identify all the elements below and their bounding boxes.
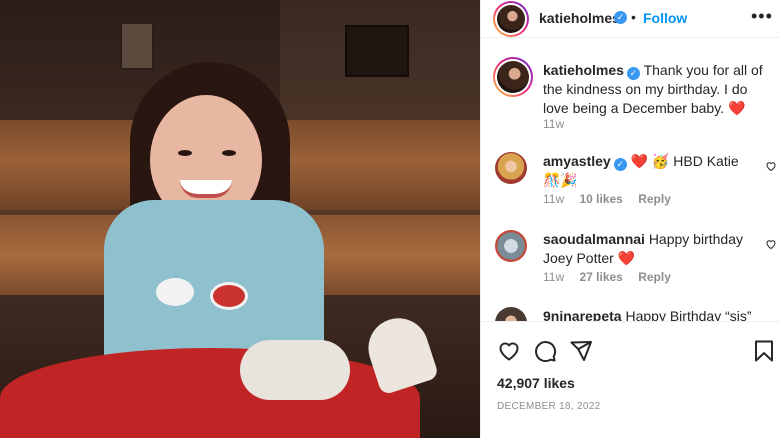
caption-avatar[interactable] [493,57,533,97]
photo-outlet [120,22,154,70]
caption-time[interactable]: 11w [543,117,564,131]
comment-username[interactable]: saoudalmannai [543,231,645,247]
post-photo[interactable] [0,0,480,438]
post-actions: 42,907 likes DECEMBER 18, 2022 [481,321,780,438]
photo-eye [222,150,236,156]
comment-time[interactable]: 11w [543,270,564,284]
comment-likes[interactable]: 27 likes [579,270,622,284]
caption-heart-emoji: ❤️ [727,100,746,116]
comment-reply-button[interactable]: Reply [638,270,671,284]
comment-icon[interactable] [533,339,557,363]
photo-badge [156,278,194,306]
verified-badge-icon: ✓ [614,11,627,24]
comment-like-icon[interactable] [765,238,777,253]
post-header: katieholmes ✓ • Follow ••• [481,0,780,38]
caption-text-block: katieholmes ✓ Thank you for all of the ki… [543,61,771,118]
comments-list[interactable]: katieholmes ✓ Thank you for all of the ki… [481,39,780,321]
comment-avatar[interactable] [495,307,527,321]
verified-badge-icon: ✓ [613,158,627,171]
comment-reply-button[interactable]: Reply [638,192,671,206]
comment-username[interactable]: 9ninarepeta [543,308,622,321]
comment-avatar[interactable] [495,230,527,262]
caption-username[interactable]: katieholmes [543,62,624,78]
heart-outline-icon[interactable] [497,339,521,363]
photo-outlet [345,25,409,77]
comment-text-block: amyastley ✓ ❤️ 🥳 HBD Katie 🎊🎉 [543,152,753,190]
share-icon[interactable] [569,339,593,363]
post-date[interactable]: DECEMBER 18, 2022 [497,401,600,412]
comment-avatar[interactable] [495,152,527,184]
photo-badge [210,282,248,310]
author-username[interactable]: katieholmes [539,10,620,26]
comment-username[interactable]: amyastley [543,153,611,169]
comment-likes[interactable]: 10 likes [579,192,622,206]
post-side-panel: katieholmes ✓ • Follow ••• katieholmes ✓ … [480,0,780,438]
more-icon[interactable]: ••• [751,6,773,27]
comment-meta: 11w 10 likes Reply [543,192,683,206]
comment-time[interactable]: 11w [543,192,564,206]
comment-text-block: saoudalmannai Happy birthday Joey Potter… [543,230,753,268]
photo-eye [178,150,192,156]
comment-like-icon[interactable] [765,160,777,175]
follow-button[interactable]: Follow [643,10,687,26]
comment-text-block: 9ninarepeta Happy Birthday “sis” 💕 [543,307,753,321]
photo-skirt [0,348,420,438]
author-avatar[interactable] [493,1,529,37]
header-separator: • [631,9,636,25]
photo-stuffed-toy [240,340,350,400]
comment-meta: 11w 27 likes Reply [543,270,683,284]
likes-count[interactable]: 42,907 likes [497,375,575,391]
verified-badge-icon: ✓ [626,67,640,80]
bookmark-icon[interactable] [753,339,775,363]
